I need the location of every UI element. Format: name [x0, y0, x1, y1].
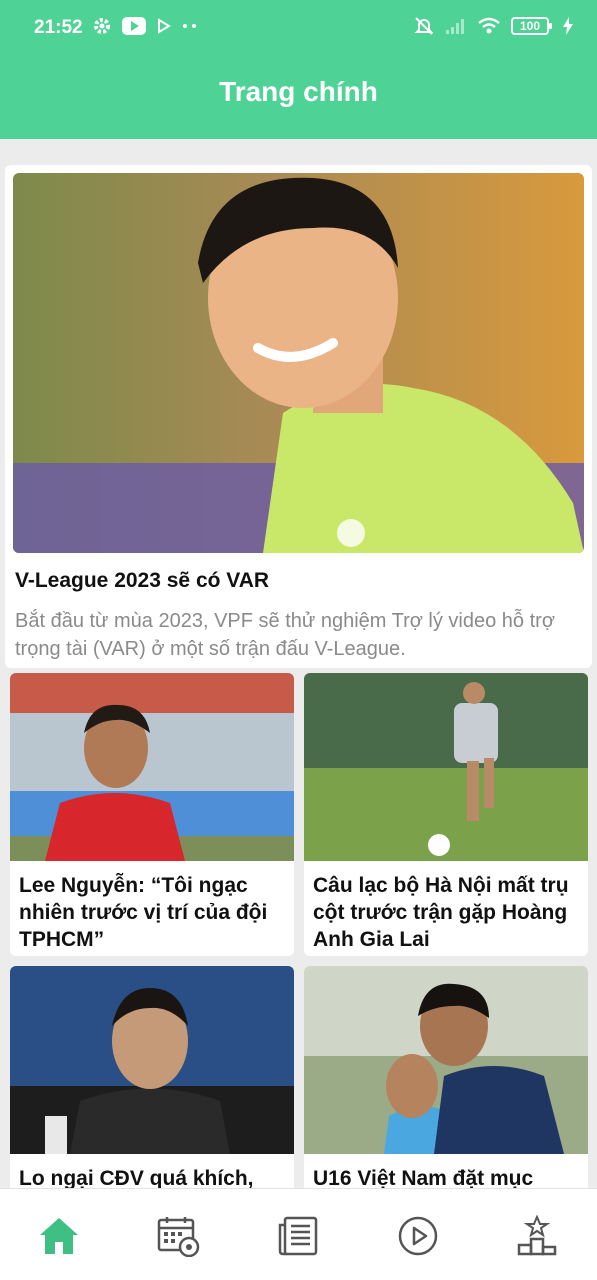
article-card[interactable]: Lee Nguyễn: “Tôi ngạc nhiên trước vị trí… [10, 673, 294, 956]
nav-ranking[interactable] [514, 1213, 560, 1259]
charging-icon [563, 17, 573, 35]
wifi-icon [477, 17, 501, 35]
calendar-icon [156, 1215, 200, 1257]
youtube-icon [122, 17, 146, 35]
featured-article-description: Bắt đầu từ mùa 2023, VPF sẽ thử nghiệm T… [15, 610, 555, 660]
nav-home[interactable] [36, 1213, 82, 1259]
news-feed[interactable]: V-League 2023 sẽ có VAR Bắt đầu từ mùa 2… [0, 148, 597, 1188]
article-card[interactable]: U16 Việt Nam đặt mục [304, 966, 588, 1188]
ranking-icon [516, 1215, 558, 1257]
featured-article-image [13, 173, 584, 553]
status-icons-left [92, 16, 198, 36]
article-title[interactable]: Câu lạc bộ Hà Nội mất trụ cột trước trận… [313, 872, 583, 953]
play-store-icon [156, 18, 172, 34]
featured-article-card[interactable]: V-League 2023 sẽ có VAR Bắt đầu từ mùa 2… [5, 165, 592, 668]
article-image [304, 966, 588, 1154]
status-icons-right: 100 [413, 15, 573, 37]
mute-icon [413, 15, 435, 37]
app-bar: 21:52 100 Trang chính [0, 0, 597, 139]
article-title[interactable]: Lee Nguyễn: “Tôi ngạc nhiên trước vị trí… [19, 872, 289, 953]
gear-icon [92, 16, 112, 36]
article-card[interactable]: Lo ngại CĐV quá khích, [10, 966, 294, 1188]
nav-schedule[interactable] [155, 1213, 201, 1259]
page-title: Trang chính [219, 76, 378, 107]
nav-news[interactable] [275, 1213, 321, 1259]
nav-video[interactable] [395, 1213, 441, 1259]
article-card[interactable]: Câu lạc bộ Hà Nội mất trụ cột trước trận… [304, 673, 588, 956]
bottom-navigation [0, 1188, 597, 1280]
news-icon [277, 1215, 319, 1257]
home-icon [38, 1216, 80, 1256]
article-image [10, 673, 294, 861]
status-bar: 21:52 100 [0, 0, 597, 58]
article-title[interactable]: U16 Việt Nam đặt mục [313, 1165, 583, 1188]
article-image [10, 966, 294, 1154]
featured-article-title[interactable]: V-League 2023 sẽ có VAR [15, 569, 269, 593]
video-icon [397, 1215, 439, 1257]
signal-icon [445, 17, 467, 35]
article-image [304, 673, 588, 861]
more-dots-icon [182, 23, 198, 29]
battery-icon: 100 [511, 17, 552, 35]
status-time: 21:52 [34, 17, 83, 38]
article-title[interactable]: Lo ngại CĐV quá khích, [19, 1165, 289, 1188]
